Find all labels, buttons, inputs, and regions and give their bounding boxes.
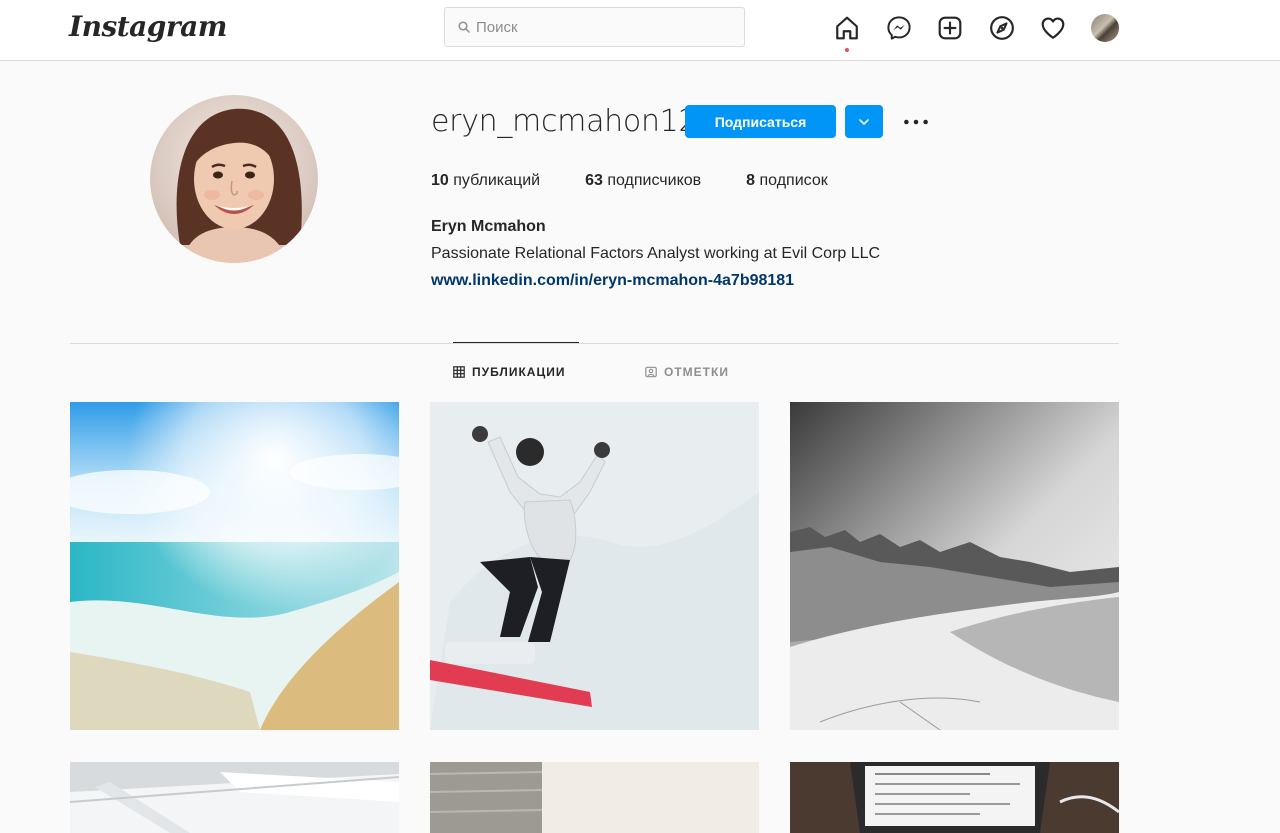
search-input[interactable] [476,18,736,36]
profile-avatar-nav[interactable] [1091,14,1119,42]
followers-label: подписчиков [602,172,702,189]
tabs-divider [70,343,1119,344]
posts-label: публикаций [448,172,541,189]
active-tab-indicator [453,342,579,343]
post-thumbnail[interactable] [70,762,399,833]
tab-posts[interactable]: ПУБЛИКАЦИИ [453,365,565,379]
profile-bio: Passionate Relational Factors Analyst wo… [431,245,881,262]
more-dots-icon [904,119,928,125]
follow-button[interactable]: Подписаться [685,105,836,138]
explore-icon[interactable] [989,15,1015,41]
following-count[interactable]: 8 подписок [746,172,828,190]
tab-tagged-label: ОТМЕТКИ [664,365,729,379]
profile-username: eryn_mcmahon12 [431,104,698,139]
post-thumbnail[interactable] [790,402,1119,730]
following-number: 8 [746,172,756,189]
tab-tagged[interactable]: ОТМЕТКИ [645,365,729,379]
new-post-icon[interactable] [937,15,963,41]
more-options-button[interactable] [900,110,932,134]
followers-number: 63 [585,172,603,189]
top-nav-bar: Instagram [0,0,1280,61]
post-thumbnail[interactable] [430,402,759,730]
following-label: подписок [755,172,828,189]
followers-count[interactable]: 63 подписчиков [585,172,701,190]
tagged-icon [645,366,657,378]
post-thumbnail[interactable] [430,762,759,833]
activity-heart-icon[interactable] [1040,15,1066,41]
instagram-logo[interactable]: Instagram [69,10,227,43]
profile-stats: 10 публикаций 63 подписчиков 8 подписок [431,172,873,190]
grid-icon [453,366,465,378]
suggested-accounts-button[interactable] [845,105,883,138]
home-icon[interactable] [834,15,860,41]
profile-website-link[interactable]: www.linkedin.com/in/eryn-mcmahon-4a7b981… [431,272,794,290]
post-thumbnail[interactable] [790,762,1119,833]
search-icon [458,21,470,33]
tab-posts-label: ПУБЛИКАЦИИ [472,365,566,379]
messenger-icon[interactable] [886,15,912,41]
posts-number: 10 [431,172,449,189]
posts-count: 10 публикаций [431,172,540,190]
profile-avatar[interactable] [150,95,318,263]
chevron-down-icon [859,118,869,125]
search-box[interactable] [444,7,745,47]
post-thumbnail[interactable] [70,402,399,730]
notification-dot [845,48,849,52]
profile-full-name: Eryn Mcmahon [431,218,546,235]
